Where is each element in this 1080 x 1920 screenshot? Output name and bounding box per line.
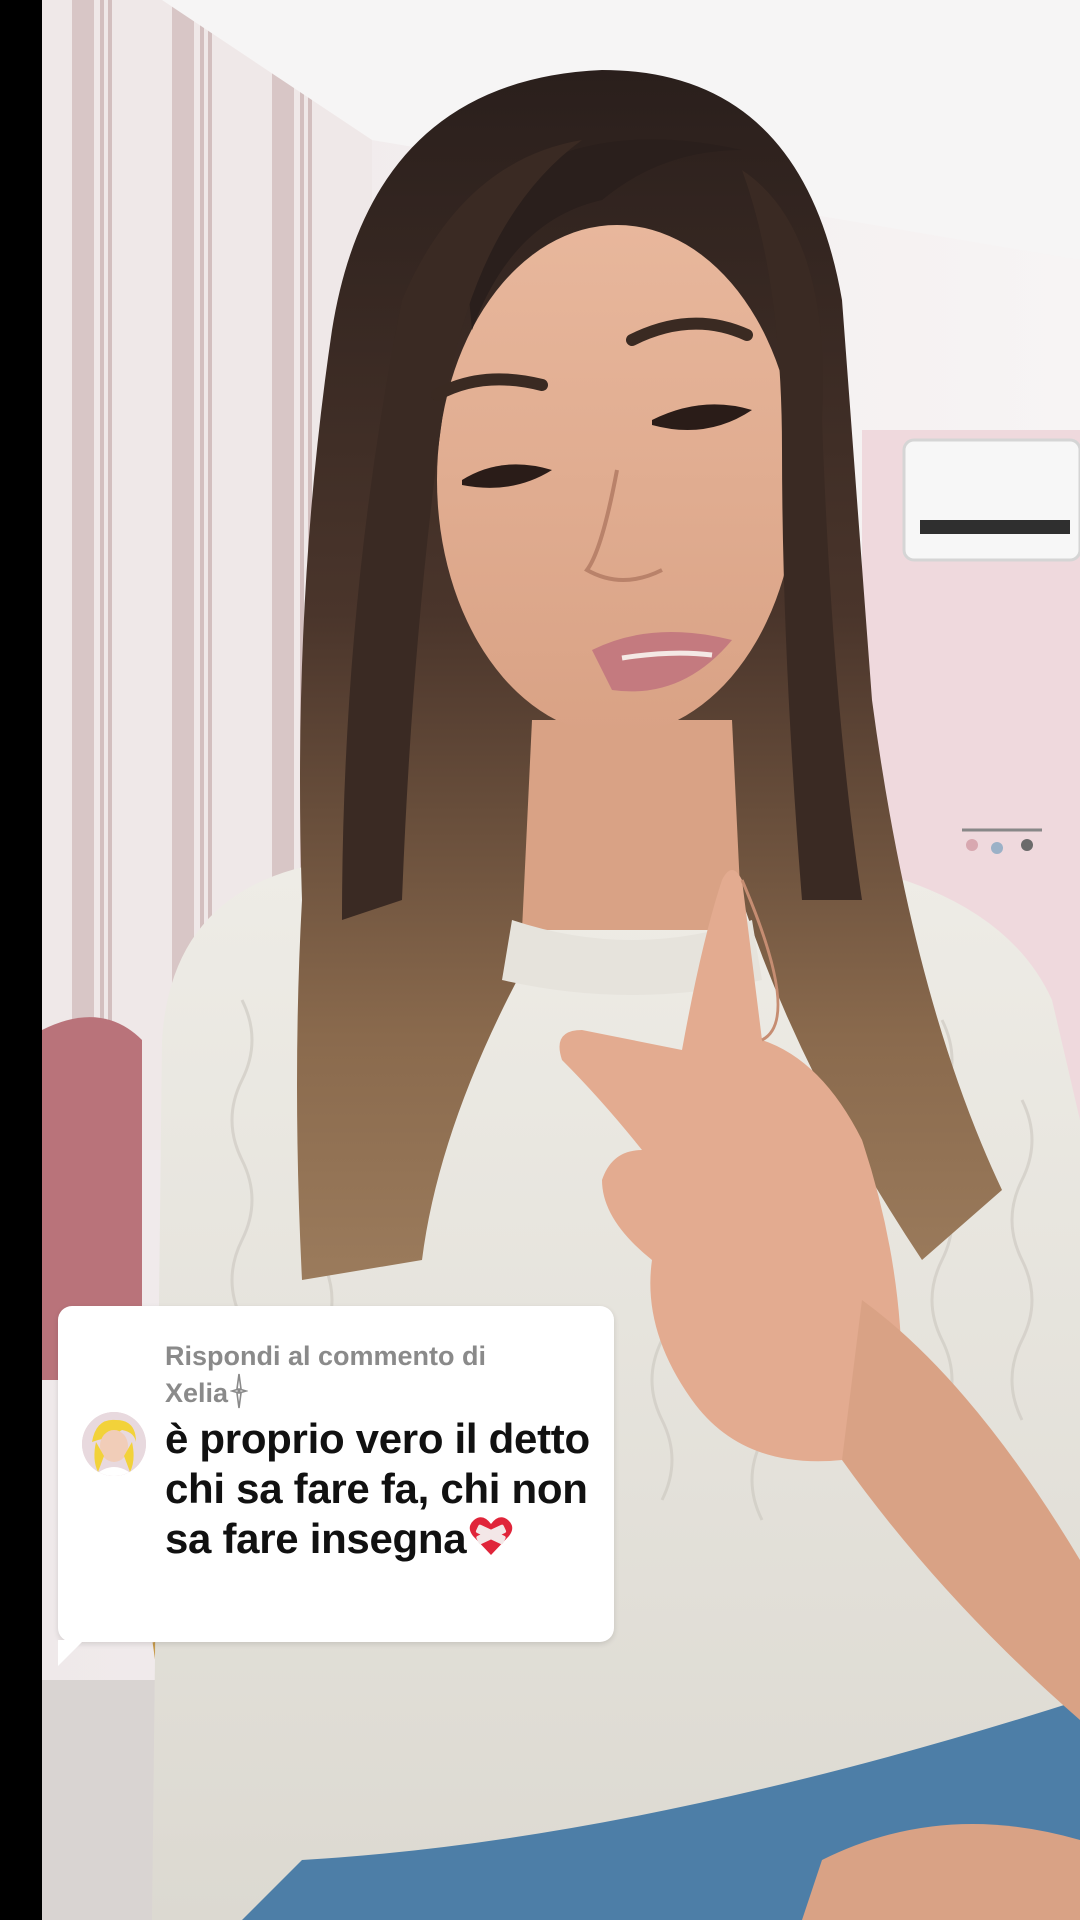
commenter-username: Xelia [165,1378,229,1408]
comment-text: è proprio vero il detto chi sa fare fa, … [165,1415,590,1562]
sparkle-icon [229,1373,249,1409]
comment-text-block: è proprio vero il detto chi sa fare fa, … [165,1414,605,1564]
bubble-tail [58,1640,84,1666]
user-avatar-icon [82,1412,146,1476]
commenter-name-row[interactable]: Xelia [165,1372,595,1410]
reply-comment-card[interactable]: Rispondi al commento di Xelia è proprio … [58,1306,614,1666]
reply-header: Rispondi al commento di Xelia [165,1340,595,1410]
mending-heart-icon [470,1517,513,1555]
commenter-avatar[interactable] [82,1412,146,1476]
reply-label: Rispondi al commento di [165,1341,487,1371]
video-frame: Rispondi al commento di Xelia è proprio … [0,0,1080,1920]
